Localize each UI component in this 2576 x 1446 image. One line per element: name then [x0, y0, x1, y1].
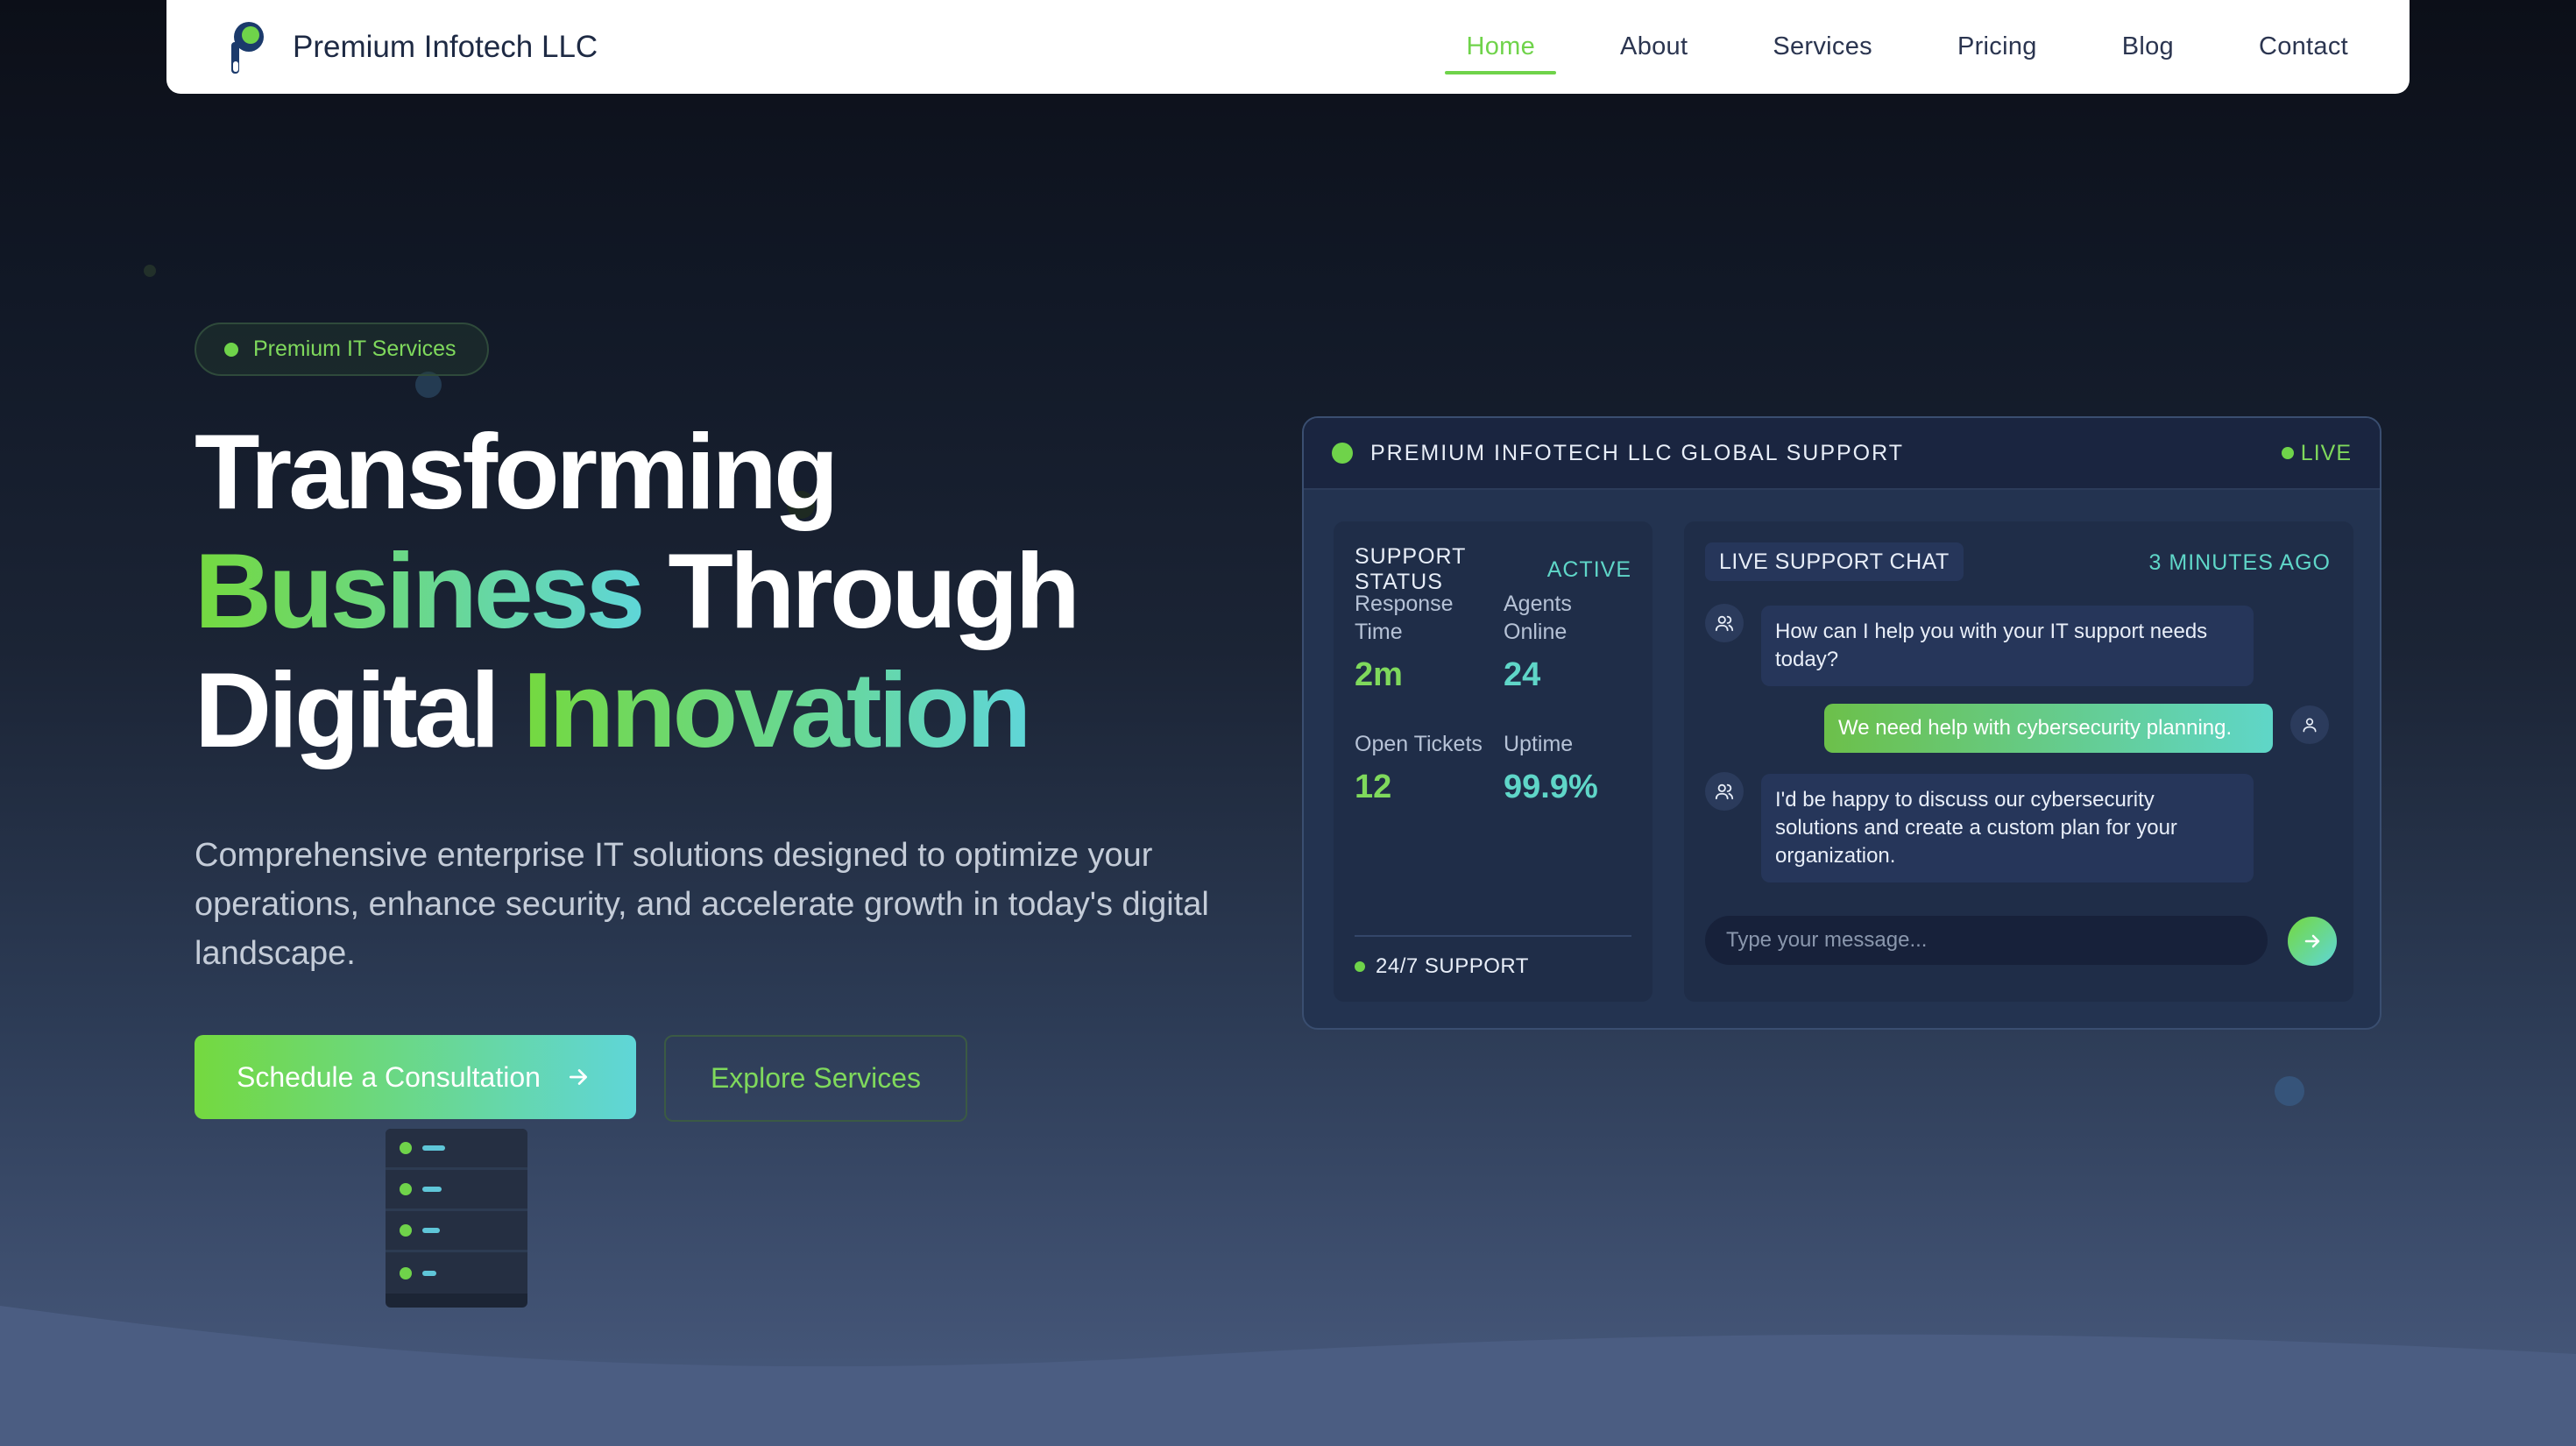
stat-value: 2m: [1355, 656, 1403, 693]
stat-label: Response Time: [1355, 592, 1454, 644]
stat-label: Open Tickets: [1355, 732, 1483, 756]
top-navbar: Premium Infotech LLC Home About Services…: [166, 0, 2410, 94]
status-dot-icon: [1332, 443, 1353, 464]
nav-contact[interactable]: Contact: [2259, 0, 2348, 94]
hero-badge: Premium IT Services: [195, 323, 489, 376]
nav-blog[interactable]: Blog: [2122, 0, 2174, 94]
support-hours-label: 24/7 SUPPORT: [1376, 954, 1529, 978]
stat-open-tickets: Open Tickets 12: [1355, 730, 1486, 806]
decor-dot: [2275, 1076, 2304, 1106]
badge-label: Premium IT Services: [253, 337, 456, 361]
brand-name: Premium Infotech LLC: [293, 29, 598, 64]
live-label: LIVE: [2300, 440, 2352, 465]
send-message-button[interactable]: [2288, 917, 2337, 966]
users-icon: [1715, 615, 1734, 632]
agent-avatar: [1705, 604, 1744, 642]
headline-word: Through: [668, 531, 1080, 650]
server-unit: [386, 1129, 527, 1170]
schedule-consultation-label: Schedule a Consultation: [237, 1060, 541, 1093]
nav-pricing[interactable]: Pricing: [1957, 0, 2037, 94]
server-rack-illustration: [386, 1129, 527, 1308]
explore-services-label: Explore Services: [710, 1062, 922, 1094]
chat-message-user: We need help with cybersecurity planning…: [1824, 704, 2273, 753]
background-wave: [0, 1306, 2576, 1446]
agent-avatar: [1705, 772, 1744, 811]
stat-value: 99.9%: [1504, 769, 1598, 805]
badge-dot-icon: [224, 342, 238, 357]
headset-logo-icon: [231, 21, 264, 74]
headline-line-3: Digital Innovation: [195, 650, 1246, 769]
dashboard-title: PREMIUM INFOTECH LLC GLOBAL SUPPORT: [1370, 440, 1904, 465]
hero-headline: Transforming Business Through Digital In…: [195, 412, 1246, 769]
headline-line-2: Business Through: [195, 531, 1246, 650]
stat-agents-online: Agents Online 24: [1504, 590, 1635, 694]
stat-response-time: Response Time 2m: [1355, 590, 1486, 694]
live-indicator: LIVE: [2281, 440, 2352, 466]
chat-message-agent: How can I help you with your IT support …: [1761, 606, 2254, 686]
chat-message-input[interactable]: [1705, 916, 2268, 965]
main-menu: Home About Services Pricing Blog Contact: [1381, 0, 2348, 94]
server-unit: [386, 1170, 527, 1211]
stat-label: Uptime: [1504, 732, 1574, 756]
support-dashboard: PREMIUM INFOTECH LLC GLOBAL SUPPORT LIVE…: [1302, 416, 2381, 1030]
support-status-header: SUPPORT STATUS ACTIVE: [1355, 544, 1631, 595]
nav-home[interactable]: Home: [1445, 0, 1556, 94]
headline-word: Transforming: [195, 412, 839, 531]
user-icon: [2303, 718, 2317, 733]
stat-uptime: Uptime 99.9%: [1504, 730, 1635, 806]
support-status-state: ACTIVE: [1546, 556, 1631, 582]
brand-logo[interactable]: Premium Infotech LLC: [228, 19, 598, 75]
schedule-consultation-button[interactable]: Schedule a Consultation: [195, 1035, 636, 1119]
chat-title: LIVE SUPPORT CHAT: [1705, 542, 1964, 581]
chat-message-agent: I'd be happy to discuss our cybersecurit…: [1761, 774, 2254, 882]
chat-timestamp: 3 MINUTES AGO: [2148, 550, 2331, 575]
headline-highlight: Innovation: [522, 650, 1032, 769]
support-status-title: SUPPORT STATUS: [1355, 544, 1466, 594]
headline-line-1: Transforming: [195, 412, 1246, 531]
send-arrow-icon: [2304, 934, 2320, 948]
support-hours: 24/7 SUPPORT: [1355, 935, 1631, 979]
arrow-right-icon: [569, 1069, 587, 1085]
nav-services[interactable]: Services: [1773, 0, 1872, 94]
stat-label: Agents Online: [1504, 592, 1572, 644]
support-status-card: SUPPORT STATUS ACTIVE Response Time 2m A…: [1334, 521, 1652, 1002]
dashboard-header: PREMIUM INFOTECH LLC GLOBAL SUPPORT LIVE: [1304, 418, 2380, 490]
nav-about[interactable]: About: [1620, 0, 1688, 94]
headline-highlight: Business: [195, 531, 645, 650]
hero-subtitle: Comprehensive enterprise IT solutions de…: [195, 837, 1209, 972]
explore-services-button[interactable]: Explore Services: [664, 1035, 967, 1122]
headline-word: Digital: [195, 650, 500, 769]
users-icon: [1715, 783, 1734, 800]
support-dot-icon: [1355, 961, 1365, 972]
server-unit: [386, 1211, 527, 1252]
decor-dot: [144, 265, 156, 277]
server-unit: [386, 1252, 527, 1294]
stat-value: 12: [1355, 769, 1392, 805]
live-chat-card: LIVE SUPPORT CHAT 3 MINUTES AGO How can …: [1684, 521, 2353, 1002]
user-avatar: [2290, 705, 2329, 744]
live-dot-icon: [2281, 447, 2294, 459]
stat-value: 24: [1504, 656, 1541, 693]
